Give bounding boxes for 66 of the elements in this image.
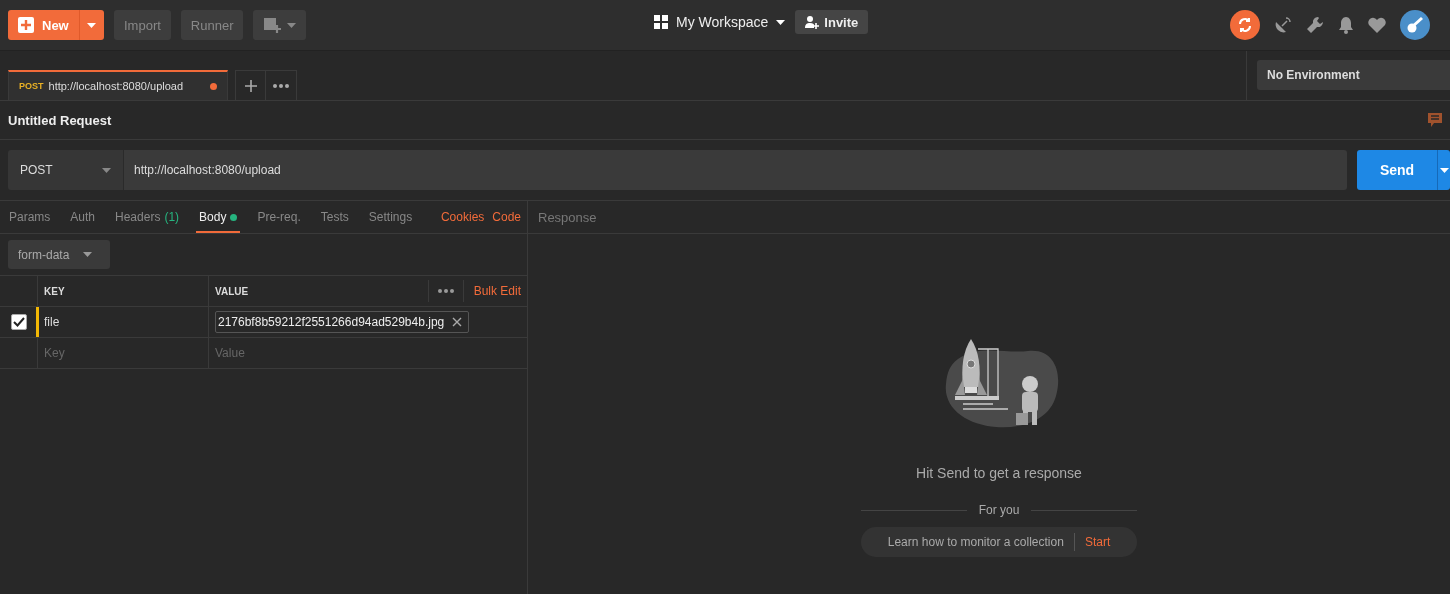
settings-button[interactable] bbox=[1306, 16, 1324, 34]
method-select[interactable]: POST bbox=[8, 150, 124, 190]
header-count: (1) bbox=[164, 210, 180, 224]
link[interactable]: Code bbox=[492, 210, 521, 224]
more-icon bbox=[437, 289, 454, 293]
window-plus-icon bbox=[263, 17, 284, 33]
more-button[interactable] bbox=[427, 280, 464, 302]
value-field[interactable]: Value bbox=[215, 346, 521, 360]
add-user-icon bbox=[805, 15, 820, 29]
new-button[interactable]: New bbox=[8, 10, 104, 40]
request-section-tab[interactable]: Tests bbox=[317, 201, 352, 233]
bell-icon bbox=[1338, 16, 1354, 34]
grid-icon bbox=[654, 15, 668, 29]
request-section-tab[interactable]: Headers (1) bbox=[112, 201, 183, 233]
body-type-select[interactable]: form-data bbox=[8, 240, 110, 269]
notifications-button[interactable] bbox=[1338, 16, 1354, 34]
tab-url: http://localhost:8080/upload bbox=[48, 80, 185, 92]
caret-icon bbox=[87, 22, 97, 28]
caret-icon bbox=[102, 167, 111, 173]
toolbar-button[interactable]: Import bbox=[114, 10, 171, 40]
caret-icon bbox=[287, 22, 297, 28]
bulk-edit-link[interactable]: Bulk Edit bbox=[473, 284, 521, 298]
send-button[interactable]: Send bbox=[1357, 150, 1450, 190]
request-section-tab[interactable]: Pre-req. bbox=[254, 201, 304, 233]
column-header: KEY bbox=[44, 285, 65, 297]
more-icon bbox=[273, 83, 289, 88]
caret-icon bbox=[776, 19, 786, 25]
caret-icon bbox=[1439, 167, 1449, 173]
response-title: Response bbox=[538, 209, 597, 225]
request-section-tab[interactable]: Params bbox=[6, 201, 54, 233]
close-icon bbox=[452, 317, 463, 327]
method-label: POST bbox=[19, 81, 44, 91]
plus-icon bbox=[18, 17, 34, 33]
url-field[interactable]: http://localhost:8080/upload bbox=[124, 150, 1347, 190]
favorites-button[interactable] bbox=[1368, 17, 1386, 33]
request-tab[interactable]: POST http://localhost:8080/upload bbox=[8, 70, 228, 100]
empty-state-message: Hit Send to get a response bbox=[916, 465, 1082, 481]
file-name: 2176bf8b59212f2551266d94ad529b4b.jpg bbox=[218, 315, 445, 329]
heart-icon bbox=[1368, 17, 1386, 33]
tip-text: Learn how to monitor a collection bbox=[887, 535, 1064, 549]
satellite-dish-icon bbox=[1274, 16, 1292, 34]
sync-icon bbox=[1237, 17, 1253, 33]
wrench-icon bbox=[1306, 16, 1324, 34]
caret-icon bbox=[83, 252, 93, 257]
request-title: Untitled Request bbox=[8, 112, 112, 128]
sync-button[interactable] bbox=[1230, 10, 1260, 40]
request-section-tab[interactable]: Auth bbox=[67, 201, 99, 233]
avatar-button[interactable] bbox=[1400, 10, 1430, 40]
start-link[interactable]: Start bbox=[1084, 535, 1111, 549]
link[interactable]: Cookies bbox=[440, 210, 485, 224]
column-header: VALUE bbox=[215, 285, 249, 297]
key-field[interactable]: Key bbox=[44, 346, 202, 360]
new-window-button[interactable] bbox=[253, 10, 307, 40]
key-cell: file bbox=[44, 315, 60, 329]
workspace-menu[interactable]: My Workspace bbox=[654, 14, 786, 30]
request-section-tab[interactable]: Body bbox=[196, 201, 241, 233]
request-section-tab[interactable]: Settings bbox=[365, 201, 416, 233]
invite-button[interactable]: Invite bbox=[795, 10, 869, 34]
plus-icon bbox=[244, 79, 257, 92]
satellite-button[interactable] bbox=[1274, 16, 1292, 34]
section-label: For you bbox=[978, 503, 1020, 517]
remove-button[interactable] bbox=[452, 317, 463, 327]
comment-icon bbox=[1428, 113, 1442, 127]
environment-select[interactable]: No Environment bbox=[1257, 60, 1450, 90]
toolbar-button[interactable]: Runner bbox=[180, 10, 244, 40]
checkbox[interactable] bbox=[10, 314, 27, 330]
